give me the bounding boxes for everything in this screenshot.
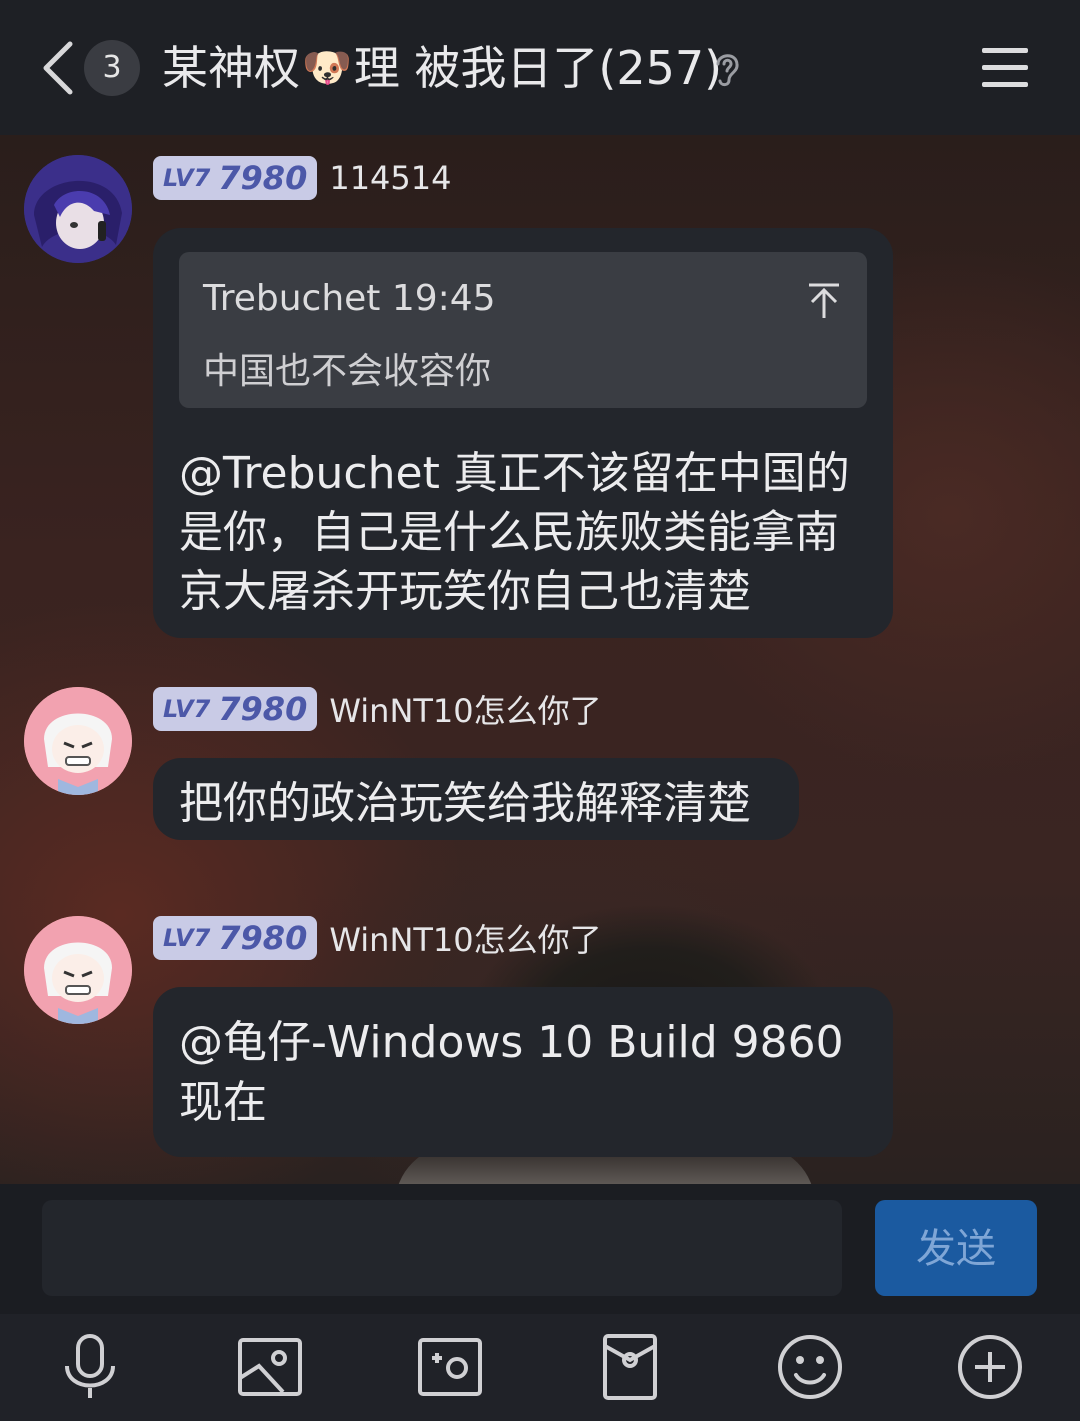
- chat-header: 3 某神权 🐶 理 被我日了(257): [0, 0, 1080, 135]
- avatar[interactable]: [24, 155, 132, 263]
- level-label: LV7: [163, 924, 211, 952]
- chat-title: 某神权 🐶 理 被我日了(257): [162, 38, 722, 98]
- quoted-text: 中国也不会收容你: [203, 351, 492, 392]
- sender-nickname[interactable]: 114514: [329, 159, 451, 197]
- menu-icon[interactable]: [982, 46, 1028, 90]
- red-packet-icon[interactable]: [595, 1332, 665, 1402]
- send-button[interactable]: 发送: [875, 1200, 1037, 1296]
- level-points: 7980: [218, 919, 308, 957]
- jump-to-top-icon[interactable]: [807, 282, 841, 320]
- chat-title-prefix: 某神权: [162, 41, 300, 95]
- message-input[interactable]: [42, 1200, 842, 1296]
- sender-nickname[interactable]: WinNT10怎么你了: [329, 686, 601, 732]
- message-bubble[interactable]: Trebuchet 19:45 中国也不会收容你 @Trebuchet 真正不该…: [153, 228, 893, 638]
- sender-meta: LV7 7980 WinNT10怎么你了: [153, 687, 602, 731]
- bottom-toolbar: [0, 1314, 1080, 1421]
- message-input-bar: 发送: [0, 1184, 1080, 1314]
- avatar[interactable]: [24, 687, 132, 795]
- back-arrow-icon[interactable]: [36, 38, 80, 98]
- message-text: @Trebuchet 真正不该留在中国的是你，自己是什么民族败类能拿南京大屠杀开…: [179, 448, 850, 617]
- message-text: 把你的政治玩笑给我解释清楚: [179, 778, 751, 829]
- unread-count-badge[interactable]: 3: [84, 40, 140, 96]
- level-label: LV7: [163, 164, 211, 192]
- level-badge: LV7 7980: [153, 687, 318, 731]
- sender-nickname[interactable]: WinNT10怎么你了: [329, 915, 601, 961]
- level-label: LV7: [163, 695, 211, 723]
- microphone-icon[interactable]: [55, 1332, 125, 1402]
- ear-icon: [716, 54, 739, 87]
- level-points: 7980: [218, 690, 308, 728]
- message-bubble[interactable]: 把你的政治玩笑给我解释清楚: [153, 758, 799, 840]
- camera-icon[interactable]: [415, 1332, 485, 1402]
- dog-emoji: 🐶: [302, 45, 352, 91]
- message-bubble[interactable]: @龟仔-Windows 10 Build 9860 现在: [153, 987, 893, 1157]
- plus-icon[interactable]: [955, 1332, 1025, 1402]
- emoji-icon[interactable]: [775, 1332, 845, 1402]
- message-text: @龟仔-Windows 10 Build 9860 现在: [179, 1017, 844, 1128]
- quoted-author-time: Trebuchet 19:45: [203, 278, 496, 319]
- chat-title-suffix: 理 被我日了(257): [353, 41, 723, 95]
- level-badge: LV7 7980: [153, 916, 318, 960]
- quoted-message[interactable]: Trebuchet 19:45 中国也不会收容你: [179, 252, 867, 408]
- avatar[interactable]: [24, 916, 132, 1024]
- level-points: 7980: [218, 159, 308, 197]
- image-icon[interactable]: [235, 1332, 305, 1402]
- sender-meta: LV7 7980 114514: [153, 156, 451, 200]
- sender-meta: LV7 7980 WinNT10怎么你了: [153, 916, 602, 960]
- level-badge: LV7 7980: [153, 156, 318, 200]
